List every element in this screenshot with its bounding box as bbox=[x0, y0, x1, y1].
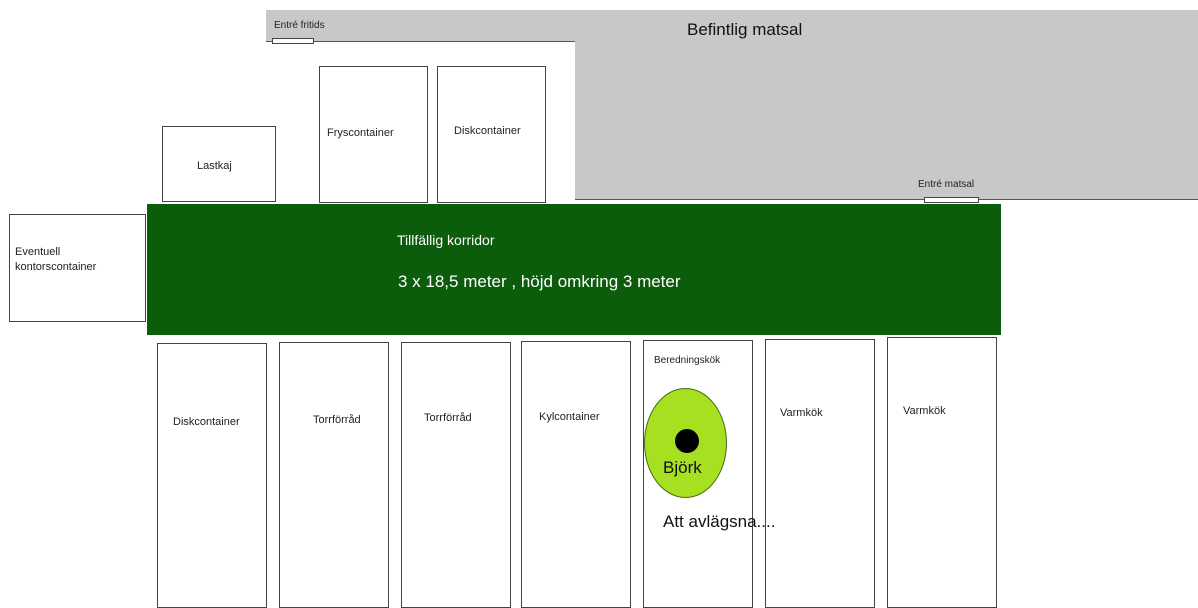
cooler-container-label: Kylcontainer bbox=[539, 411, 600, 423]
cooler-container bbox=[521, 341, 631, 608]
hot-kitchen-1 bbox=[765, 339, 875, 608]
existing-dining-hall bbox=[575, 10, 1198, 200]
entrance-dining-label: Entré matsal bbox=[918, 179, 975, 190]
dry-storage-1-label: Torrförråd bbox=[313, 414, 361, 426]
dry-storage-2 bbox=[401, 342, 511, 608]
dry-storage-2-label: Torrförråd bbox=[424, 412, 472, 424]
birch-tree-trunk bbox=[675, 429, 699, 453]
dishwash-container-top-label: Diskcontainer bbox=[454, 125, 521, 137]
corridor-dimensions: 3 x 18,5 meter , höjd omkring 3 meter bbox=[398, 272, 681, 291]
corridor-title: Tillfällig korridor bbox=[397, 232, 495, 248]
office-container-label-line2: kontorscontainer bbox=[15, 261, 97, 273]
existing-dining-label: Befintlig matsal bbox=[687, 20, 803, 39]
dishwash-container-bottom-label: Diskcontainer bbox=[173, 416, 240, 428]
dishwash-container-bottom bbox=[157, 343, 267, 608]
dining-hall-bottom-line bbox=[575, 199, 1198, 200]
hot-kitchen-1-label: Varmkök bbox=[780, 407, 823, 419]
loading-dock-label: Lastkaj bbox=[197, 160, 232, 172]
entrance-leisure-label: Entré fritids bbox=[274, 20, 325, 31]
dry-storage-1 bbox=[279, 342, 389, 608]
entrance-leisure-door bbox=[272, 38, 314, 44]
freezer-container-label: Fryscontainer bbox=[327, 127, 394, 139]
entrance-dining-door bbox=[924, 197, 979, 203]
office-container-label-line1: Eventuell bbox=[15, 246, 61, 258]
prep-kitchen-label: Beredningskök bbox=[654, 355, 721, 366]
tree-removal-note: Att avlägsna.... bbox=[663, 512, 776, 531]
temporary-corridor bbox=[147, 204, 1001, 335]
hot-kitchen-2-label: Varmkök bbox=[903, 405, 946, 417]
birch-tree-label: Björk bbox=[663, 458, 702, 477]
hot-kitchen-2 bbox=[887, 337, 997, 608]
